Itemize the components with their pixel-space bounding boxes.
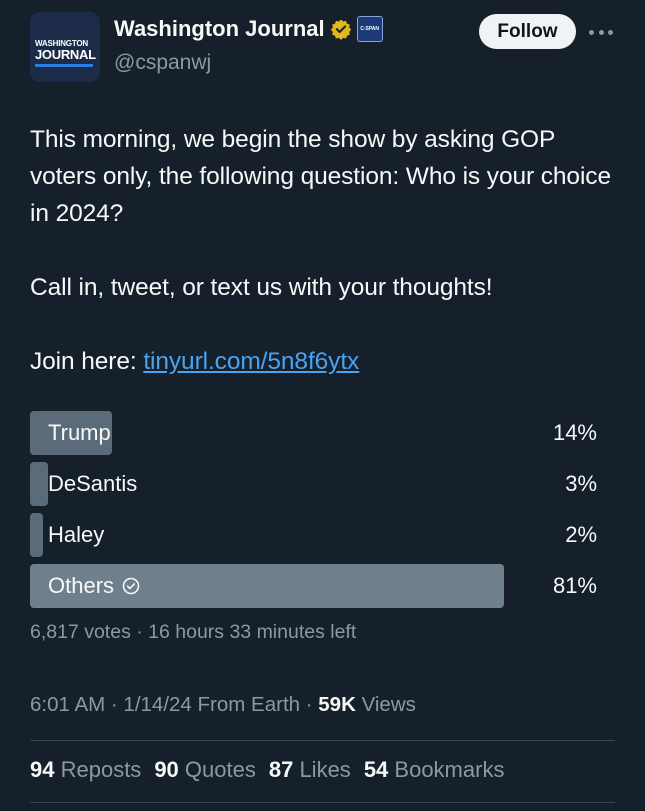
quotes-label: Quotes — [178, 757, 256, 782]
avatar-logo: WASHINGTON JOURNAL — [35, 39, 96, 62]
author-name[interactable]: Washington Journal — [114, 16, 325, 42]
follow-button[interactable]: Follow — [479, 14, 576, 49]
affiliate-badge-text: C-SPAN — [360, 26, 380, 32]
poll-option-winner: Others 81% — [30, 564, 600, 608]
divider — [30, 740, 615, 741]
tweet-link[interactable]: tinyurl.com/5n8f6ytx — [143, 348, 359, 375]
more-dot — [598, 29, 604, 35]
more-dot — [589, 29, 594, 35]
poll-option: DeSantis 3% — [30, 462, 600, 506]
avatar[interactable]: WASHINGTON JOURNAL — [30, 12, 100, 82]
poll-option-label: Trump — [48, 420, 111, 445]
quotes-count: 90 — [154, 757, 179, 782]
reposts-count: 94 — [30, 757, 55, 782]
verified-badge-icon[interactable] — [330, 18, 352, 40]
poll-option-label: Others — [48, 573, 115, 598]
poll-bar — [30, 513, 43, 557]
quotes-stat[interactable]: 90 Quotes — [154, 757, 256, 783]
avatar-logo-underline — [35, 64, 93, 67]
poll-option-label: DeSantis — [48, 471, 138, 496]
poll-bar — [30, 462, 48, 506]
author-name-row: Washington Journal C-SPAN — [114, 16, 383, 42]
tweet-timestamp: 6:01 AM · 1/14/24 From Earth · 59K Views — [30, 693, 416, 717]
poll-option-percent: 81% — [552, 573, 597, 598]
poll: Trump 14% DeSantis 3% Haley 2% Others 81… — [30, 411, 600, 615]
poll-option-label-wrap: Others — [48, 564, 140, 608]
join-prefix: Join here: — [30, 348, 144, 375]
check-circle-icon — [122, 577, 140, 595]
poll-option: Trump 14% — [30, 411, 600, 455]
engagement-stats: 94 Reposts 90 Quotes 87 Likes 54 Bookmar… — [30, 757, 504, 783]
avatar-logo-line2: JOURNAL — [35, 47, 96, 62]
tweet-paragraph-1: This morning, we begin the show by askin… — [30, 126, 611, 227]
poll-meta: 6,817 votes · 16 hours 33 minutes left — [30, 621, 357, 643]
poll-option-percent: 3% — [565, 471, 597, 496]
bookmarks-label: Bookmarks — [388, 757, 505, 782]
bookmarks-count: 54 — [363, 757, 389, 782]
divider — [30, 802, 615, 803]
likes-stat[interactable]: 87 Likes — [269, 757, 351, 783]
reposts-label: Reposts — [54, 757, 142, 782]
reposts-stat[interactable]: 94 Reposts — [30, 757, 141, 783]
tweet-paragraph-3: Join here: tinyurl.com/5n8f6ytx — [30, 343, 620, 380]
more-dot — [608, 29, 613, 35]
poll-option-percent: 14% — [552, 420, 597, 445]
poll-option-label: Haley — [48, 522, 105, 547]
more-options-icon[interactable] — [589, 22, 613, 42]
views-count: 59K — [318, 693, 356, 716]
tweet-paragraph-2: Call in, tweet, or text us with your tho… — [30, 274, 493, 301]
affiliate-badge-icon[interactable]: C-SPAN — [356, 16, 383, 42]
tweet-text: This morning, we begin the show by askin… — [30, 121, 620, 380]
likes-count: 87 — [268, 757, 294, 782]
likes-label: Likes — [293, 757, 351, 782]
bookmarks-stat[interactable]: 54 Bookmarks — [364, 757, 505, 783]
timestamp-text[interactable]: 6:01 AM · 1/14/24 From Earth · — [30, 693, 318, 716]
poll-option: Haley 2% — [30, 513, 600, 557]
author-handle[interactable]: @cspanwj — [114, 51, 211, 75]
views-label: Views — [355, 693, 416, 716]
poll-option-percent: 2% — [565, 522, 597, 547]
